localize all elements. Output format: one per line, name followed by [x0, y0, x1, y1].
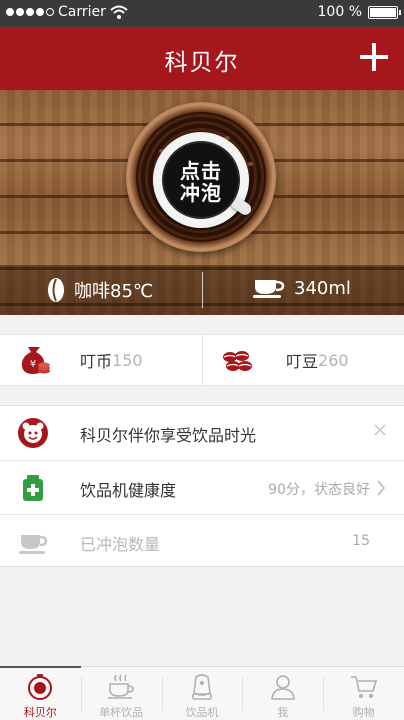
- brew-count-value: 15: [352, 533, 370, 549]
- close-icon[interactable]: [372, 422, 388, 438]
- machine-health-row[interactable]: 饮品机健康度 90分，状态良好: [0, 460, 404, 514]
- volume-info: 340ml: [252, 277, 351, 299]
- brew-count-label: 已冲泡数量: [80, 535, 161, 554]
- cup-gray-icon: [19, 535, 48, 554]
- info-divider: [202, 272, 203, 308]
- cup-icon: [108, 674, 134, 699]
- machine-icon: [192, 674, 212, 700]
- nav-bar: 科贝尔: [0, 27, 404, 90]
- money-bag-icon: ¥: [21, 347, 50, 374]
- mascot-icon: [18, 418, 48, 448]
- volume-value: 340ml: [294, 277, 351, 299]
- tab-bar: 科贝尔 单杯饮品 饮品机 我 购物: [0, 666, 404, 720]
- battery-label: 100 %: [317, 4, 362, 20]
- tab-machine-label: 饮品机: [185, 706, 219, 719]
- tab-shop-label: 购物: [352, 706, 375, 719]
- coins-cell[interactable]: ¥ 叮币 150: [18, 335, 143, 385]
- svg-text:¥: ¥: [30, 359, 36, 370]
- brand-icon: [28, 674, 53, 700]
- tab-single-drink[interactable]: 单杯饮品: [80, 667, 162, 720]
- promo-row[interactable]: 科贝尔伴你享受饮品时光: [0, 406, 404, 460]
- beans-icon: [223, 351, 252, 371]
- cup-icon: [253, 280, 285, 298]
- battery-icon: [368, 5, 401, 19]
- signal-icon: [6, 8, 54, 16]
- status-bar: Carrier 100 %: [0, 0, 404, 27]
- beans-cell[interactable]: 叮豆 260: [220, 335, 349, 385]
- carrier-label: Carrier: [58, 4, 106, 20]
- coffee-bean-icon: [48, 278, 64, 302]
- status-left: Carrier: [6, 4, 128, 20]
- wifi-icon: [110, 5, 128, 19]
- beans-label: 叮豆: [286, 352, 319, 371]
- chevron-right-icon: [377, 480, 386, 496]
- tab-machine[interactable]: 饮品机: [161, 667, 243, 720]
- brew-label-line2: 冲泡: [180, 181, 222, 205]
- temperature-value: 咖啡85℃: [74, 281, 154, 302]
- health-value: 90分，状态良好: [268, 482, 370, 498]
- hero-banner: 点击 冲泡 咖啡85℃ 340ml: [0, 90, 404, 315]
- beans-value: 260: [318, 350, 349, 370]
- brew-count-row: 已冲泡数量 15: [0, 514, 404, 568]
- tab-me-label: 我: [277, 706, 289, 719]
- temperature-info: 咖啡85℃: [46, 277, 153, 303]
- user-icon: [270, 675, 295, 700]
- coins-value: 150: [112, 350, 143, 370]
- promo-text: 科贝尔伴你享受饮品时光: [80, 426, 257, 445]
- tab-single-drink-label: 单杯饮品: [99, 706, 144, 719]
- health-kit-icon: [23, 475, 43, 501]
- balance-row: ¥ 叮币 150 叮豆 260: [0, 334, 404, 386]
- cart-icon: [350, 676, 377, 698]
- tab-shop[interactable]: 购物: [323, 667, 404, 720]
- coins-label: 叮币: [80, 352, 113, 371]
- health-label: 饮品机健康度: [80, 481, 177, 500]
- tab-me[interactable]: 我: [242, 667, 323, 720]
- brew-label-line1: 点击: [180, 159, 222, 183]
- status-right: 100 %: [317, 4, 401, 20]
- add-icon[interactable]: [360, 43, 388, 71]
- stats-divider: [202, 335, 203, 385]
- page-title: 科贝尔: [164, 50, 240, 76]
- info-list: 科贝尔伴你享受饮品时光 饮品机健康度 90分，状态良好 已冲泡数量 15: [0, 405, 404, 567]
- brew-button-label[interactable]: 点击 冲泡: [162, 160, 240, 204]
- hero-info-bar: 咖啡85℃ 340ml: [0, 265, 404, 315]
- tab-home-label: 科贝尔: [23, 706, 57, 719]
- tab-home[interactable]: 科贝尔: [0, 666, 81, 720]
